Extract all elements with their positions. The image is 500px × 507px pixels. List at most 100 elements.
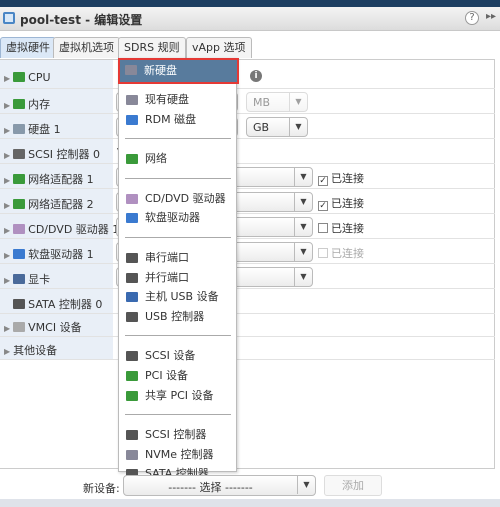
expand-arrow-icon[interactable]: ▶ bbox=[4, 201, 10, 210]
checkbox-icon bbox=[318, 223, 328, 233]
hardware-row-label[interactable]: ▶ 网络适配器 2 bbox=[4, 196, 94, 212]
hardware-row-label[interactable]: ▶ 网络适配器 1 bbox=[4, 171, 94, 187]
help-icon[interactable]: ? bbox=[465, 11, 479, 25]
connected-checkbox[interactable]: ✓ 已连接 bbox=[318, 195, 364, 211]
parallel-port-icon bbox=[126, 272, 138, 283]
expand-arrow-icon[interactable]: ▶ bbox=[4, 126, 10, 135]
add-button[interactable]: 添加 bbox=[324, 475, 382, 496]
connected-label: 已连接 bbox=[331, 172, 364, 185]
tab-0[interactable]: 虚拟硬件 bbox=[0, 37, 56, 58]
hardware-row-label[interactable]: ▶ 内存 bbox=[4, 96, 50, 112]
expand-arrow-icon[interactable]: ▶ bbox=[4, 101, 10, 110]
hardware-row-label[interactable]: ▶ CPU bbox=[4, 71, 51, 84]
menu-item-label: 串行端口 bbox=[145, 251, 189, 264]
new-device-select[interactable]: ------- 选择 ------- ▼ bbox=[123, 475, 316, 496]
hardware-row-label[interactable]: ▶ 其他设备 bbox=[4, 342, 57, 358]
expand-arrow-icon[interactable]: ▶ bbox=[4, 347, 10, 356]
menu-item[interactable]: PCI 设备 bbox=[121, 366, 235, 385]
nvme-icon bbox=[126, 449, 138, 460]
memory-icon bbox=[13, 99, 26, 109]
expand-arrow-icon[interactable]: ▶ bbox=[4, 74, 10, 83]
expand-arrow-icon[interactable]: ▶ bbox=[4, 276, 10, 285]
window-title: pool-test - 编辑设置 bbox=[20, 13, 143, 27]
chevron-down-icon: ▼ bbox=[294, 243, 312, 261]
gear-icon bbox=[13, 322, 26, 332]
network-icon bbox=[13, 174, 26, 184]
pci-icon bbox=[126, 371, 138, 381]
menu-item[interactable]: 新硬盘 bbox=[118, 58, 239, 84]
unit-value: GB bbox=[253, 121, 270, 134]
menu-item[interactable]: RDM 磁盘 bbox=[121, 110, 235, 129]
cd-icon bbox=[126, 193, 138, 204]
expand-arrow-icon[interactable]: ▶ bbox=[4, 226, 10, 235]
hardware-row: ▶ 网络适配器 2 ▼ ✓ 已连接 bbox=[0, 190, 495, 214]
hardware-row-label[interactable]: ▶ 硬盘 1 bbox=[4, 121, 61, 137]
checkbox-icon bbox=[318, 248, 328, 258]
connected-checkbox[interactable]: 已连接 bbox=[318, 220, 364, 236]
menu-item[interactable]: 共享 PCI 设备 bbox=[121, 386, 235, 405]
hardware-row-label[interactable]: ▶ 显卡 bbox=[4, 271, 50, 287]
hardware-name: SCSI 控制器 0 bbox=[28, 148, 101, 161]
menu-item[interactable]: 并行端口 bbox=[121, 268, 235, 287]
tab-2[interactable]: SDRS 规则 bbox=[118, 37, 186, 58]
chevron-down-icon: ▼ bbox=[294, 193, 312, 211]
menu-item[interactable]: 主机 USB 设备 bbox=[121, 287, 235, 306]
expand-arrow-icon[interactable]: ▶ bbox=[4, 151, 10, 160]
unit-select[interactable]: MB ▼ bbox=[246, 92, 308, 112]
expand-arrow-icon[interactable]: ▶ bbox=[4, 251, 10, 260]
expand-icon[interactable]: ▸▸ bbox=[486, 11, 496, 22]
hardware-name: 网络适配器 1 bbox=[28, 173, 94, 186]
floppy-icon bbox=[126, 213, 138, 224]
hardware-name: 软盘驱动器 1 bbox=[28, 248, 94, 261]
checkbox-icon: ✓ bbox=[318, 176, 328, 186]
serial-port-icon bbox=[126, 253, 138, 263]
top-strip bbox=[0, 0, 500, 7]
hardware-name: 显卡 bbox=[28, 273, 51, 286]
sata-icon bbox=[13, 299, 26, 309]
hardware-row: ▶ CD/DVD 驱动器 1 ▼ 已连接 bbox=[0, 215, 495, 239]
hardware-row-label[interactable]: ▶ 软盘驱动器 1 bbox=[4, 246, 94, 262]
chevron-down-icon: ▼ bbox=[294, 268, 312, 286]
menu-item-label: 新硬盘 bbox=[144, 64, 177, 77]
menu-item[interactable]: CD/DVD 驱动器 bbox=[121, 189, 235, 208]
menu-separator bbox=[125, 414, 231, 416]
menu-item-label: 并行端口 bbox=[145, 270, 189, 284]
connected-checkbox[interactable]: 已连接 bbox=[318, 245, 364, 261]
network-icon bbox=[126, 154, 138, 165]
menu-separator bbox=[125, 138, 231, 140]
menu-item[interactable]: 现有硬盘 bbox=[121, 90, 235, 109]
new-device-select-value: ------- 选择 ------- bbox=[168, 481, 253, 494]
disk-icon bbox=[13, 124, 26, 134]
chevron-down-icon: ▼ bbox=[289, 118, 307, 136]
menu-item[interactable]: 串行端口 bbox=[121, 248, 235, 267]
menu-separator bbox=[125, 335, 231, 337]
expand-arrow-icon[interactable]: ▶ bbox=[4, 324, 10, 333]
hardware-row-label[interactable]: ▶SATA 控制器 0 bbox=[4, 296, 102, 312]
menu-item[interactable]: NVMe 控制器 bbox=[121, 445, 235, 464]
menu-item[interactable]: SCSI 控制器 bbox=[121, 425, 235, 444]
hardware-row: ▶ 内存 ▼MB ▼ bbox=[0, 90, 495, 114]
hardware-row-label[interactable]: ▶ CD/DVD 驱动器 1 bbox=[4, 221, 119, 237]
usb-controller-icon bbox=[126, 311, 138, 322]
menu-item[interactable]: SCSI 设备 bbox=[121, 346, 235, 365]
unit-select[interactable]: GB ▼ bbox=[246, 117, 308, 137]
tab-3[interactable]: vApp 选项 bbox=[186, 37, 252, 58]
hardware-name: 其他设备 bbox=[13, 344, 58, 357]
scsi-device-icon bbox=[126, 351, 138, 362]
menu-item[interactable]: 软盘驱动器 bbox=[121, 208, 235, 227]
hardware-name: 硬盘 1 bbox=[28, 123, 61, 136]
menu-item-label: NVMe 控制器 bbox=[145, 447, 214, 461]
info-icon[interactable]: i bbox=[250, 70, 262, 82]
connected-label: 已连接 bbox=[331, 222, 364, 235]
hardware-name: 内存 bbox=[28, 98, 51, 111]
tab-1[interactable]: 虚拟机选项 bbox=[53, 37, 120, 58]
hardware-row-label[interactable]: ▶ VMCI 设备 bbox=[4, 319, 82, 335]
menu-item[interactable]: USB 控制器 bbox=[121, 307, 235, 326]
menu-item-label: 软盘驱动器 bbox=[145, 211, 200, 225]
connected-label: 已连接 bbox=[331, 247, 364, 260]
menu-item[interactable]: 网络 bbox=[121, 149, 235, 168]
hardware-row-label[interactable]: ▶ SCSI 控制器 0 bbox=[4, 146, 100, 162]
vm-icon bbox=[3, 12, 15, 24]
connected-checkbox[interactable]: ✓ 已连接 bbox=[318, 170, 364, 186]
expand-arrow-icon[interactable]: ▶ bbox=[4, 176, 10, 185]
